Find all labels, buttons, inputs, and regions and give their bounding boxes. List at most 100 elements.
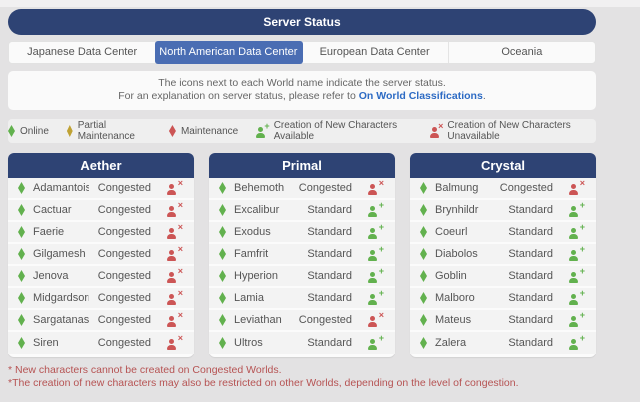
info-line-2-prefix: For an explanation on server status, ple… — [118, 90, 358, 102]
online-status-icon — [420, 314, 427, 326]
footnote-2: *The creation of new characters may also… — [8, 377, 596, 390]
online-status-icon — [18, 337, 25, 349]
world-row-faerie: FaerieCongested× — [8, 222, 194, 244]
world-name: Famfrit — [234, 248, 290, 260]
world-status: Congested — [290, 182, 352, 194]
world-status: Standard — [491, 226, 553, 238]
world-row-brynhildr: BrynhildrStandard+ — [410, 200, 596, 222]
world-name: Exodus — [234, 226, 290, 238]
creation-of-new-characters-available-icon: + — [256, 125, 268, 138]
online-status-icon — [420, 270, 427, 282]
world-name: Adamantoise — [33, 182, 89, 194]
plus-mark-icon: + — [580, 267, 585, 276]
world-status: Congested — [491, 182, 553, 194]
world-name: Diabolos — [435, 248, 491, 260]
x-mark-icon: × — [178, 311, 183, 320]
creation-unavailable-icon: × — [368, 314, 383, 327]
top-strip — [0, 0, 640, 7]
plus-mark-icon: + — [580, 334, 585, 343]
world-status: Standard — [491, 248, 553, 260]
footnote-1: * New characters cannot be created on Co… — [8, 364, 596, 377]
tab-oceania[interactable]: Oceania — [449, 42, 595, 63]
creation-unavailable-icon: × — [167, 270, 182, 283]
world-status: Standard — [491, 292, 553, 304]
legend-item-creation-of-new-characters-available: +Creation of New Characters Available — [256, 120, 412, 142]
world-name: Sargatanas — [33, 314, 89, 326]
online-status-icon — [420, 226, 427, 238]
world-name: Goblin — [435, 270, 491, 282]
datacenter-title: Aether — [8, 153, 194, 178]
world-row-lamia: LamiaStandard+ — [209, 288, 395, 310]
world-row-behemoth: BehemothCongested× — [209, 178, 395, 200]
world-name: Excalibur — [234, 204, 290, 216]
creation-unavailable-icon: × — [167, 337, 182, 350]
world-status: Congested — [89, 204, 151, 216]
datacenter-tabs: Japanese Data CenterNorth American Data … — [8, 41, 596, 64]
online-status-icon — [18, 248, 25, 260]
person-icon — [569, 206, 578, 217]
plus-mark-icon: + — [379, 334, 384, 343]
world-status: Congested — [89, 182, 151, 194]
world-name: Coeurl — [435, 226, 491, 238]
tab-north-american-data-center[interactable]: North American Data Center — [155, 41, 302, 64]
online-status-icon — [219, 337, 226, 349]
world-name: Zalera — [435, 337, 491, 349]
online-status-icon — [18, 292, 25, 304]
x-mark-icon: × — [178, 245, 183, 254]
x-mark-icon: × — [178, 179, 183, 188]
status-legend: Online Partial Maintenance Maintenance +Cre… — [8, 119, 596, 143]
x-mark-icon: × — [580, 179, 585, 188]
x-mark-icon: × — [178, 334, 183, 343]
person-icon — [569, 272, 578, 283]
online-status-icon — [420, 182, 427, 194]
person-icon — [167, 339, 176, 350]
world-name: Brynhildr — [435, 204, 491, 216]
creation-available-icon: + — [569, 204, 584, 217]
world-status: Standard — [491, 337, 553, 349]
world-status: Standard — [290, 270, 352, 282]
info-line-1: The icons next to each World name indica… — [8, 77, 596, 90]
creation-unavailable-icon: × — [167, 292, 182, 305]
world-name: Jenova — [33, 270, 89, 282]
creation-unavailable-icon: × — [167, 248, 182, 261]
person-icon — [368, 184, 377, 195]
creation-unavailable-icon: × — [167, 204, 182, 217]
person-icon — [569, 339, 578, 350]
x-mark-icon: × — [379, 311, 384, 320]
maintenance-icon — [169, 125, 176, 137]
datacenter-panel-crystal: CrystalBalmungCongested×BrynhildrStandar… — [410, 153, 596, 357]
world-status: Congested — [89, 270, 151, 282]
world-classifications-link[interactable]: On World Classifications — [359, 90, 483, 102]
legend-label: Online — [20, 126, 49, 137]
x-mark-icon: × — [178, 201, 183, 210]
online-status-icon — [219, 226, 226, 238]
world-status: Congested — [290, 314, 352, 326]
world-status: Standard — [491, 314, 553, 326]
world-row-goblin: GoblinStandard + — [410, 266, 596, 288]
world-row-midgardsormr: MidgardsormrCongested× — [8, 288, 194, 310]
online-status-icon — [219, 204, 226, 216]
creation-unavailable-icon: × — [167, 314, 182, 327]
tab-japanese-data-center[interactable]: Japanese Data Center — [9, 42, 156, 63]
tab-european-data-center[interactable]: European Data Center — [302, 42, 449, 63]
creation-available-icon: + — [569, 248, 584, 261]
person-icon — [368, 316, 377, 327]
creation-available-icon: + — [368, 204, 383, 217]
online-status-icon — [18, 314, 25, 326]
legend-label: Partial Maintenance — [78, 120, 151, 142]
datacenter-panel-aether: AetherAdamantoiseCongested×CactuarConges… — [8, 153, 194, 357]
creation-available-icon: + — [569, 270, 584, 283]
person-icon — [167, 228, 176, 239]
online-status-icon — [420, 248, 427, 260]
person-icon — [368, 206, 377, 217]
person-icon — [569, 316, 578, 327]
world-name: Ultros — [234, 337, 290, 349]
legend-label: Maintenance — [181, 126, 238, 137]
datacenter-columns: AetherAdamantoiseCongested×CactuarConges… — [8, 153, 596, 357]
world-status: Congested — [89, 226, 151, 238]
world-list: BalmungCongested×BrynhildrStandard+Coeur… — [410, 178, 596, 357]
world-status: Standard — [491, 270, 553, 282]
page-title: Server Status — [8, 9, 596, 35]
world-row-balmung: BalmungCongested× — [410, 178, 596, 200]
person-icon — [368, 294, 377, 305]
